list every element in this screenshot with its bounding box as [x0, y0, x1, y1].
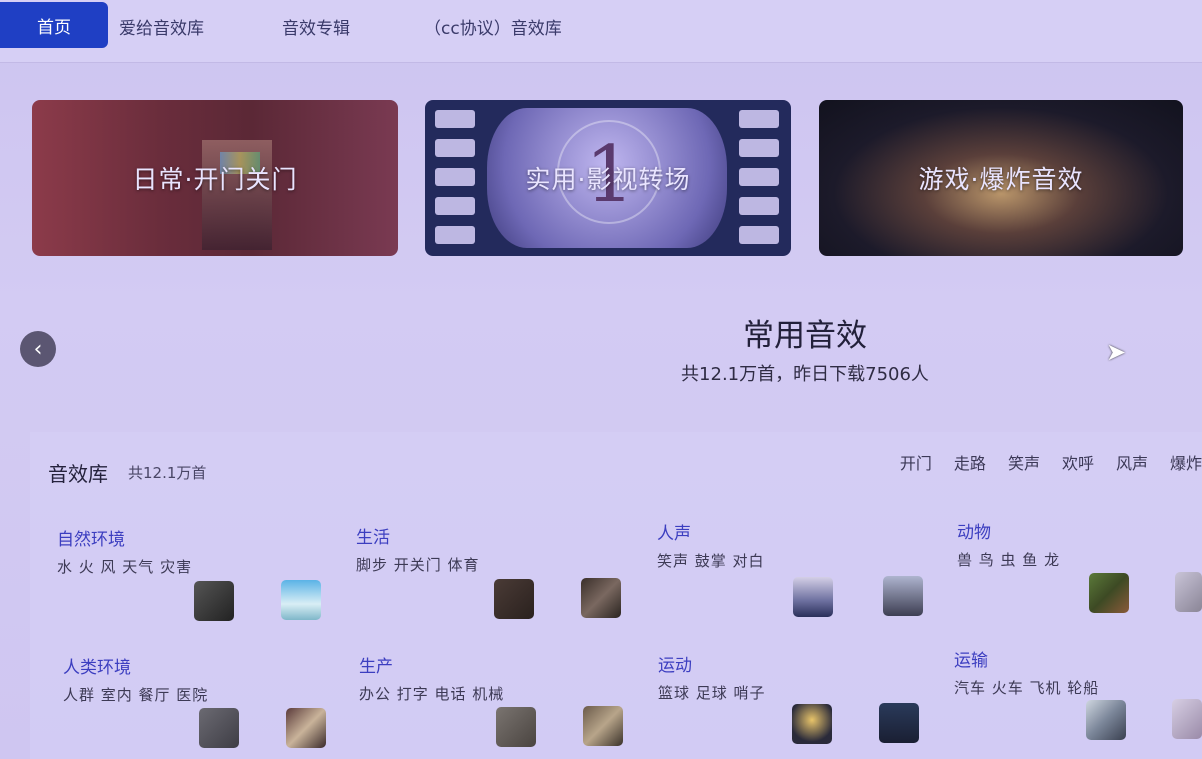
category-subs: 脚步 开关门 体育	[356, 556, 480, 574]
thumbnail-image[interactable]	[1175, 572, 1202, 612]
banner-explosion[interactable]: 游戏·爆炸音效	[819, 100, 1183, 256]
library-count: 共12.1万首	[128, 464, 207, 482]
category-life: 生活 脚步 开关门 体育	[356, 523, 646, 575]
thumbnail-image[interactable]	[286, 708, 326, 748]
category-name[interactable]: 动物	[957, 518, 1202, 543]
thumbnail-image[interactable]	[281, 580, 321, 620]
banner-film[interactable]: 1 实用·影视转场	[425, 100, 791, 256]
thumbnail-image[interactable]	[1089, 573, 1129, 613]
tag-open-door[interactable]: 开门	[900, 450, 932, 474]
category-transport: 运输 汽车 火车 飞机 轮船	[954, 646, 1202, 698]
category-subs: 水 火 风 天气 灾害	[57, 558, 193, 576]
thumbnail-image[interactable]	[194, 581, 234, 621]
thumbnail-image[interactable]	[496, 707, 536, 747]
category-name[interactable]: 人类环境	[63, 653, 353, 678]
category-name[interactable]: 生产	[359, 652, 649, 677]
library-title: 音效库	[48, 462, 108, 486]
category-voice: 人声 笑声 鼓掌 对白	[657, 519, 947, 571]
category-production: 生产 办公 打字 电话 机械	[359, 652, 649, 704]
thumbnail-image[interactable]	[581, 578, 621, 618]
thumbnail-image[interactable]	[879, 703, 919, 743]
category-subs: 兽 鸟 虫 鱼 龙	[957, 551, 1061, 569]
banner-title: 日常·开门关门	[132, 165, 298, 194]
nav-aigei-library[interactable]: 爱给音效库	[119, 14, 204, 39]
category-name[interactable]: 运输	[954, 646, 1202, 671]
category-subs: 汽车 火车 飞机 轮船	[954, 679, 1100, 697]
banner-title: 游戏·爆炸音效	[918, 165, 1084, 194]
hero-title: 常用音效	[743, 318, 867, 354]
hero-subtitle: 共12.1万首，昨日下载7506人	[681, 364, 929, 385]
tag-explosion[interactable]: 爆炸	[1170, 450, 1202, 474]
category-animals: 动物 兽 鸟 虫 鱼 龙	[957, 518, 1202, 570]
thumbnail-image[interactable]	[494, 579, 534, 619]
category-subs: 人群 室内 餐厅 医院	[63, 686, 209, 704]
nav-albums[interactable]: 音效专辑	[282, 14, 350, 39]
nav-cc-library[interactable]: （cc协议）音效库	[424, 14, 562, 39]
category-name[interactable]: 人声	[657, 519, 947, 544]
thumbnail-image[interactable]	[1172, 699, 1202, 739]
category-name[interactable]: 自然环境	[57, 525, 347, 550]
category-human-env: 人类环境 人群 室内 餐厅 医院	[63, 653, 353, 705]
category-nature: 自然环境 水 火 风 天气 灾害	[57, 525, 347, 577]
mouse-cursor-icon: ➤	[1106, 338, 1127, 366]
nav-home[interactable]: 首页	[0, 2, 108, 48]
thumbnail-image[interactable]	[793, 577, 833, 617]
top-nav: 首页 爱给音效库 音效专辑 （cc协议）音效库	[0, 0, 1202, 63]
tag-cheer[interactable]: 欢呼	[1062, 450, 1094, 474]
carousel-prev-button[interactable]: ‹	[20, 331, 56, 367]
category-subs: 办公 打字 电话 机械	[359, 685, 505, 703]
thumbnail-image[interactable]	[792, 704, 832, 744]
film-holes-right	[739, 110, 779, 255]
category-name[interactable]: 生活	[356, 523, 646, 548]
banner-title: 实用·影视转场	[525, 165, 691, 194]
category-sports: 运动 篮球 足球 哨子	[658, 651, 948, 703]
quick-tags: 开门 走路 笑声 欢呼 风声 爆炸	[900, 450, 1202, 474]
tag-walking[interactable]: 走路	[954, 450, 986, 474]
film-holes-left	[435, 110, 475, 255]
category-subs: 篮球 足球 哨子	[658, 684, 766, 702]
tag-laughter[interactable]: 笑声	[1008, 450, 1040, 474]
category-name[interactable]: 运动	[658, 651, 948, 676]
thumbnail-image[interactable]	[583, 706, 623, 746]
category-subs: 笑声 鼓掌 对白	[657, 552, 765, 570]
thumbnail-image[interactable]	[199, 708, 239, 748]
thumbnail-image[interactable]	[883, 576, 923, 616]
thumbnail-image[interactable]	[1086, 700, 1126, 740]
banner-door[interactable]: 日常·开门关门	[32, 100, 398, 256]
tag-wind[interactable]: 风声	[1116, 450, 1148, 474]
